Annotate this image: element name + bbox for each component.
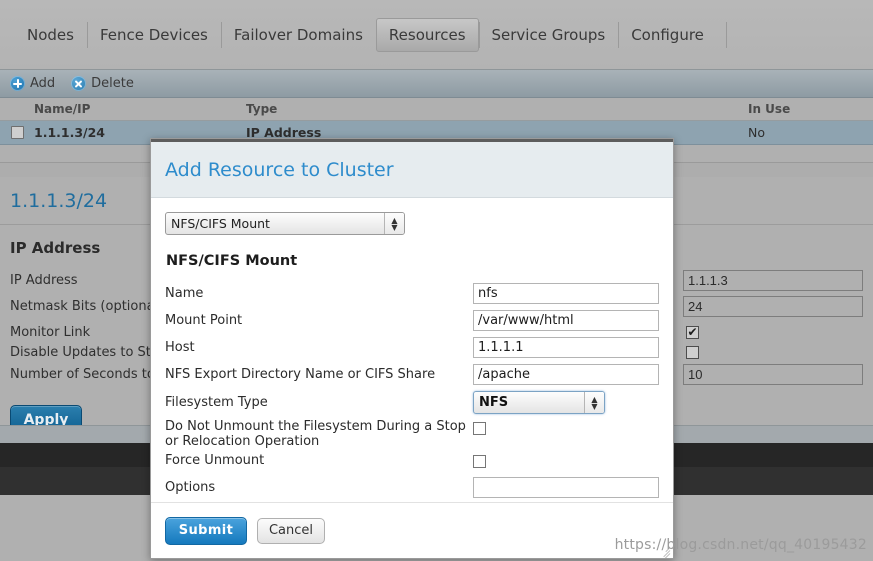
column-header-in-use: In Use — [748, 102, 791, 116]
dialog-section-title: NFS/CIFS Mount — [166, 253, 298, 269]
watermark-text: https://blog.csdn.net/qq_40195432 — [614, 537, 867, 553]
dialog-footer: Submit Cancel — [151, 502, 673, 558]
tab-configure-label: Configure — [631, 26, 704, 44]
dialog-input-name[interactable] — [473, 283, 659, 304]
dialog-body: NFS/CIFS Mount ▲▼ NFS/CIFS Mount Name Mo… — [151, 198, 673, 498]
dialog-field-nfs-export: NFS Export Directory Name or CIFS Share — [165, 364, 659, 385]
tab-service-groups-label: Service Groups — [491, 26, 606, 44]
detail-checkbox-disable-static-routes[interactable] — [686, 345, 699, 359]
resource-type-select-wrapper: NFS/CIFS Mount ▲ ▼ — [165, 212, 405, 235]
column-header-name: Name/IP — [34, 102, 91, 116]
dialog-label-host: Host — [165, 339, 195, 355]
resource-type-select[interactable]: NFS/CIFS Mount — [165, 212, 405, 235]
add-resource-label: Add — [30, 76, 56, 91]
tab-fence-devices-label: Fence Devices — [99, 26, 208, 44]
cancel-button[interactable]: Cancel — [257, 517, 325, 544]
dialog-label-nfs-export: NFS Export Directory Name or CIFS Share — [165, 366, 436, 382]
row-checkbox-cell[interactable] — [0, 126, 34, 139]
dialog-input-mount-point[interactable] — [473, 310, 659, 331]
dialog-input-host[interactable] — [473, 337, 659, 358]
tab-resources[interactable]: Resources — [375, 18, 479, 52]
dialog-field-name: Name — [165, 283, 659, 304]
dialog-input-options[interactable] — [473, 477, 659, 498]
add-resource-dialog: Add Resource to Cluster NFS/CIFS Mount ▲… — [150, 138, 674, 559]
detail-checkbox-monitor-link[interactable]: ✔ — [686, 325, 699, 339]
tab-configure[interactable]: Configure — [618, 18, 717, 52]
dialog-label-force-unmount: Force Unmount — [165, 453, 265, 468]
row-in-use: No — [748, 125, 765, 140]
submit-button[interactable]: Submit — [165, 516, 247, 545]
dialog-field-filesystem-type: Filesystem Type NFS ▲ ▼ — [165, 391, 659, 414]
filesystem-type-select[interactable]: NFS — [473, 391, 605, 414]
dialog-title: Add Resource to Cluster — [165, 158, 394, 181]
dialog-label-mount-point: Mount Point — [165, 312, 243, 328]
dialog-input-nfs-export[interactable] — [473, 364, 659, 385]
main-tab-bar: Nodes Fence Devices Failover Domains Res… — [0, 0, 873, 70]
dialog-label-options: Options — [165, 479, 216, 495]
resource-table-header: Name/IP Type In Use — [0, 98, 873, 121]
row-checkbox[interactable] — [10, 126, 24, 139]
delete-resource-button[interactable]: Delete — [71, 76, 134, 91]
delete-resource-label: Delete — [91, 76, 134, 91]
tab-resources-label: Resources — [388, 26, 466, 44]
dialog-label-name: Name — [165, 285, 204, 301]
cancel-button-label: Cancel — [268, 523, 314, 538]
tab-bar-end-divider — [725, 22, 727, 48]
tab-nodes[interactable]: Nodes — [14, 18, 87, 52]
dialog-field-do-not-unmount: Do Not Unmount the Filesystem During a S… — [165, 419, 659, 449]
resource-toolbar: Add Delete — [0, 70, 873, 98]
dialog-checkbox-force-unmount[interactable] — [473, 454, 486, 468]
dialog-header: Add Resource to Cluster — [151, 142, 673, 198]
tab-failover-domains[interactable]: Failover Domains — [220, 18, 376, 52]
filesystem-type-select-wrapper: NFS ▲ ▼ — [473, 391, 605, 414]
dialog-checkbox-do-not-unmount[interactable] — [473, 422, 486, 435]
dialog-label-do-not-unmount: Do Not Unmount the Filesystem During a S… — [165, 419, 466, 449]
detail-input-netmask-bits[interactable] — [683, 295, 863, 317]
column-header-type: Type — [246, 102, 278, 116]
tab-service-groups[interactable]: Service Groups — [478, 18, 619, 52]
detail-input-sleep-seconds[interactable] — [683, 363, 863, 385]
dialog-field-host: Host — [165, 337, 659, 358]
tab-nodes-label: Nodes — [27, 26, 74, 44]
tab-failover-domains-label: Failover Domains — [233, 26, 363, 44]
add-resource-button[interactable]: Add — [10, 76, 55, 91]
dialog-label-filesystem-type: Filesystem Type — [165, 394, 268, 410]
detail-input-ip-address[interactable] — [683, 269, 863, 291]
tab-fence-devices[interactable]: Fence Devices — [86, 18, 221, 52]
dialog-field-mount-point: Mount Point — [165, 310, 659, 331]
plus-circle-icon — [10, 76, 25, 91]
x-circle-icon — [71, 76, 87, 91]
dialog-field-force-unmount: Force Unmount — [165, 453, 659, 469]
dialog-field-options: Options — [165, 477, 659, 498]
submit-button-label: Submit — [178, 523, 234, 538]
